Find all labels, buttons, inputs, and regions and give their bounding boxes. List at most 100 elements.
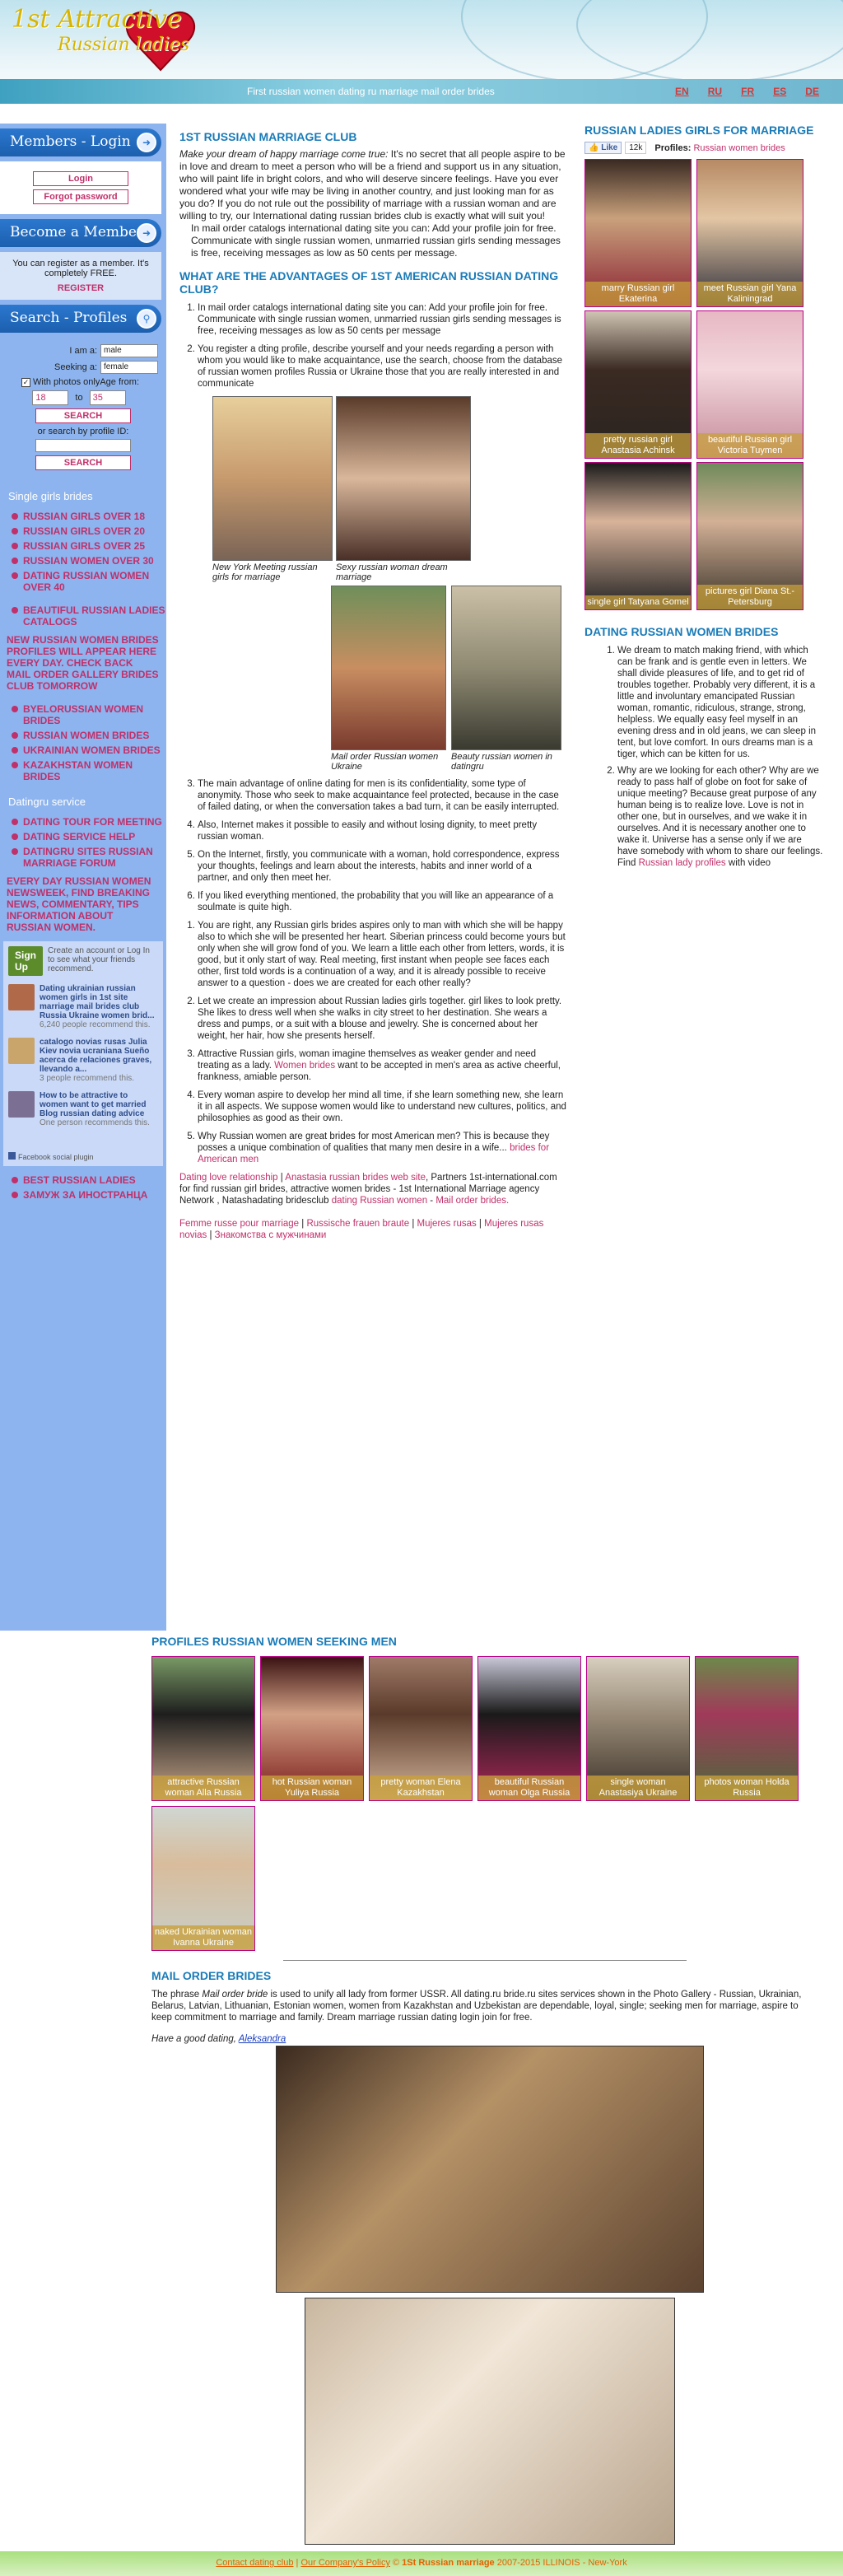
photo-caption: New York Meeting russian girls for marri…: [212, 562, 318, 582]
like-label: Like: [601, 143, 618, 152]
logo-line2[interactable]: Russian ladies: [58, 35, 189, 55]
photo-row-2: Mail order Russian women Ukraine Beauty …: [331, 586, 566, 772]
profile-tile[interactable]: photos woman Holda Russia: [695, 1656, 799, 1801]
footer-brand: 1St Russian marriage: [402, 2558, 495, 2568]
sidebar-link[interactable]: RUSSIAN GIRLS OVER 25: [12, 540, 166, 552]
facebook-like-button[interactable]: 👍 Like: [585, 142, 622, 154]
logo-line1[interactable]: 1st Attractive: [12, 5, 182, 34]
seeking-select[interactable]: female: [100, 361, 158, 374]
lang-ru-link[interactable]: RU: [708, 86, 722, 97]
lang-partner-link[interactable]: Femme russe pour marriage: [179, 1219, 299, 1229]
profiles-link[interactable]: Russian women brides: [693, 143, 785, 153]
profile-tile[interactable]: beautiful Russian woman Olga Russia: [477, 1656, 581, 1801]
photo-image[interactable]: [212, 396, 333, 561]
profile-id-input[interactable]: [35, 439, 131, 452]
profile-tile[interactable]: pretty woman Elena Kazakhstan: [369, 1656, 473, 1801]
lang-fr-link[interactable]: FR: [741, 86, 754, 97]
lang-partner-link[interactable]: Mujeres rusas: [417, 1219, 477, 1229]
lang-partner-link[interactable]: Знакомства с мужчинами: [215, 1230, 327, 1240]
sidebar-link[interactable]: BEST RUSSIAN LADIES: [12, 1174, 166, 1186]
photos-checkbox[interactable]: ✓: [21, 377, 30, 387]
photo-image[interactable]: [336, 396, 471, 561]
lang-es-link[interactable]: ES: [773, 86, 786, 97]
fb-signup-row: Sign Up Create an account or Log In to s…: [8, 946, 158, 976]
right-column: RUSSIAN LADIES GIRLS FOR MARRIAGE 👍 Like…: [585, 124, 823, 874]
photo-image[interactable]: [451, 586, 561, 750]
sidebar-link[interactable]: RUSSIAN WOMEN BRIDES: [12, 730, 166, 741]
single-girls-title: Single girls brides: [8, 490, 93, 502]
service-title: Datingru service: [8, 796, 86, 808]
privacy-link[interactable]: Our Company's Policy: [300, 2558, 389, 2568]
sidebar-link[interactable]: KAZAKHSTAN WOMEN BRIDES: [12, 759, 166, 782]
fb-recommend-item[interactable]: How to be attractive to women want to ge…: [8, 1091, 158, 1127]
lang-en-link[interactable]: EN: [675, 86, 689, 97]
new-profiles-note[interactable]: NEW RUSSIAN WOMEN BRIDES PROFILES WILL A…: [7, 634, 160, 692]
partner-link[interactable]: Anastasia russian brides web site: [285, 1173, 426, 1183]
sidebar-link[interactable]: RUSSIAN GIRLS OVER 20: [12, 525, 166, 537]
language-links: Femme russe pour marriage | Russische fr…: [179, 1219, 544, 1240]
everyday-news-note[interactable]: EVERY DAY RUSSIAN WOMEN NEWSWEEK, FIND B…: [7, 875, 160, 933]
search-title: Search - Profiles: [10, 310, 128, 326]
profile-tile[interactable]: meet Russian girl Yana Kaliningrad: [696, 159, 803, 307]
partner-link[interactable]: dating Russian women: [332, 1196, 427, 1206]
lady-profiles-link[interactable]: Russian lady profiles: [639, 858, 726, 868]
profile-tile[interactable]: hot Russian woman Yuliya Russia: [260, 1656, 364, 1801]
featured-photo[interactable]: [305, 2298, 675, 2545]
sidebar-link[interactable]: RUSSIAN WOMEN OVER 30: [12, 555, 166, 567]
sidebar-link[interactable]: ЗАМУЖ ЗА ИНОСТРАНЦА: [12, 1189, 166, 1201]
profile-tile[interactable]: single woman Anastasiya Ukraine: [586, 1656, 690, 1801]
login-button[interactable]: Login: [33, 171, 128, 186]
fb-signup-button[interactable]: Sign Up: [8, 946, 43, 976]
profiles-title: PROFILES RUSSIAN WOMEN SEEKING MEN: [151, 1635, 397, 1648]
profile-tile[interactable]: marry Russian girl Ekaterina: [585, 159, 692, 307]
profile-tile[interactable]: pretty russian girl Anastasia Achinsk: [585, 310, 692, 459]
forgot-password-button[interactable]: Forgot password: [33, 189, 128, 204]
fb-item-title[interactable]: How to be attractive to women want to ge…: [40, 1091, 146, 1118]
fb-recommend-item[interactable]: catalogo novias rusas Julia Kiev novia u…: [8, 1038, 158, 1083]
fb-plugin-label: Facebook social plugin: [8, 1152, 158, 1161]
photo-image[interactable]: [331, 586, 446, 750]
profile-tile[interactable]: single girl Tatyana Gomel: [585, 462, 692, 610]
fb-item-meta: 6,240 people recommend this.: [40, 1020, 151, 1029]
arrow-right-icon: ➜: [137, 223, 156, 243]
photo-caption: Mail order Russian women Ukraine: [331, 752, 439, 772]
member-heading: Become a Member ➜: [0, 219, 161, 247]
contact-link[interactable]: Contact dating club: [216, 2558, 293, 2568]
women-brides-link[interactable]: Women brides: [274, 1061, 335, 1071]
like-count: 12k: [625, 142, 647, 154]
age-row: 18 to 35: [0, 390, 158, 405]
tile-label: beautiful Russian woman Olga Russia: [478, 1776, 580, 1800]
profiles-section: PROFILES RUSSIAN WOMEN SEEKING MEN attra…: [151, 1635, 810, 1951]
profile-tile[interactable]: pictures girl Diana St.-Petersburg: [696, 462, 803, 610]
sidebar-link[interactable]: BYELORUSSIAN WOMEN BRIDES: [12, 703, 166, 726]
i-am-select[interactable]: male: [100, 344, 158, 357]
partner-link[interactable]: Mail order brides.: [435, 1196, 509, 1206]
profile-tile[interactable]: naked Ukrainian woman Ivanna Ukraine: [151, 1806, 255, 1951]
sidebar-link[interactable]: DATING RUSSIAN WOMEN OVER 40: [12, 570, 166, 593]
i-am-label: I am a:: [69, 346, 97, 356]
sidebar-link[interactable]: UKRAINIAN WOMEN BRIDES: [12, 744, 166, 756]
featured-photo[interactable]: [276, 2046, 704, 2293]
list-item: Also, Internet makes it possible to easi…: [198, 819, 566, 842]
search-by-id-button[interactable]: SEARCH: [35, 455, 131, 470]
fb-recommend-item[interactable]: Dating ukrainian russian women girls in …: [8, 984, 158, 1029]
advantages-title: WHAT ARE THE ADVANTAGES OF 1ST AMERICAN …: [179, 269, 559, 296]
partner-link[interactable]: Dating love relationship: [179, 1173, 278, 1183]
fb-item-title[interactable]: catalogo novias rusas Julia Kiev novia u…: [40, 1038, 151, 1074]
lang-de-link[interactable]: DE: [805, 86, 819, 97]
search-button[interactable]: SEARCH: [35, 408, 131, 423]
sidebar-link[interactable]: DATINGRU SITES RUSSIAN MARRIAGE FORUM: [12, 846, 166, 869]
register-link[interactable]: REGISTER: [7, 283, 155, 293]
lang-partner-link[interactable]: Russische frauen braute: [306, 1219, 409, 1229]
sidebar-link[interactable]: DATING TOUR FOR MEETING: [12, 816, 166, 828]
sidebar-link[interactable]: DATING SERVICE HELP: [12, 831, 166, 842]
profile-tile[interactable]: attractive Russian woman Alla Russia: [151, 1656, 255, 1801]
profile-tile[interactable]: beautiful Russian girl Victoria Tuymen: [696, 310, 803, 459]
fb-item-title[interactable]: Dating ukrainian russian women girls in …: [40, 984, 154, 1020]
age-from-input[interactable]: 18: [32, 390, 69, 405]
sidebar-link[interactable]: RUSSIAN GIRLS OVER 18: [12, 511, 166, 522]
sidebar-link-catalog[interactable]: BEAUTIFUL RUSSIAN LADIES CATALOGS: [12, 604, 166, 628]
age-to-input[interactable]: 35: [89, 390, 126, 405]
facebook-icon: [8, 1152, 16, 1160]
signature-link[interactable]: Aleksandra: [239, 2034, 286, 2044]
